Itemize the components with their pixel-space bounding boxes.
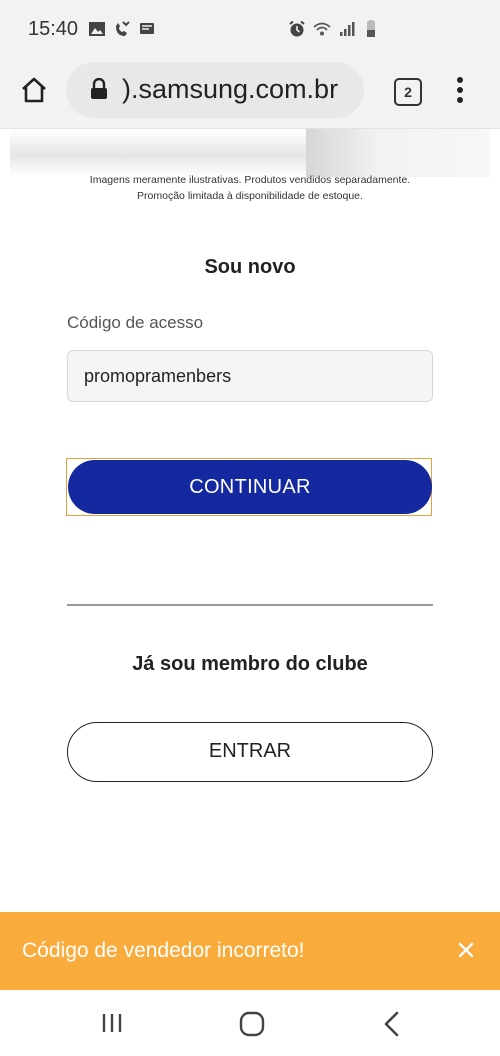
continue-button[interactable]: CONTINUAR: [68, 460, 432, 514]
message-icon: [140, 23, 154, 34]
status-time: 15:40: [28, 18, 79, 40]
access-code-input[interactable]: [67, 350, 433, 402]
gallery-icon: [89, 22, 105, 36]
disclaimer-line-2: Promoção limitada à disponibilidade de e…: [137, 190, 363, 202]
status-bar: 15:40: [0, 0, 500, 62]
disclaimer-line-1: Imagens meramente ilustrativas. Produtos…: [89, 174, 411, 186]
promo-banner-image: [10, 129, 490, 177]
error-toast-message: Código de vendedor incorreto!: [22, 939, 305, 962]
new-member-title: Sou novo: [204, 256, 296, 278]
wifi-icon: [313, 22, 331, 36]
signal-icon: [340, 22, 355, 36]
alarm-icon: [289, 20, 305, 37]
missed-call-icon: [116, 21, 130, 36]
battery-icon: [367, 20, 375, 37]
more-options-icon[interactable]: [452, 76, 468, 104]
lock-icon: [91, 78, 107, 99]
close-icon[interactable]: [456, 940, 476, 960]
home-nav-icon[interactable]: [239, 1011, 265, 1037]
error-toast: Código de vendedor incorreto!: [0, 912, 500, 990]
tab-switcher-button[interactable]: 2: [394, 78, 422, 106]
home-icon[interactable]: [20, 76, 48, 104]
browser-toolbar: ).samsung.com.br 2: [0, 62, 500, 129]
url-text: ).samsung.com.br: [122, 74, 339, 104]
back-nav-icon[interactable]: [382, 1011, 402, 1037]
address-bar[interactable]: ).samsung.com.br: [66, 62, 364, 118]
recent-apps-icon[interactable]: [100, 1012, 124, 1034]
member-title: Já sou membro do clube: [132, 653, 368, 675]
enter-button[interactable]: ENTRAR: [67, 722, 433, 782]
access-code-label: Código de acesso: [67, 313, 204, 332]
system-nav-bar: [0, 990, 500, 1056]
section-divider: [67, 604, 433, 606]
